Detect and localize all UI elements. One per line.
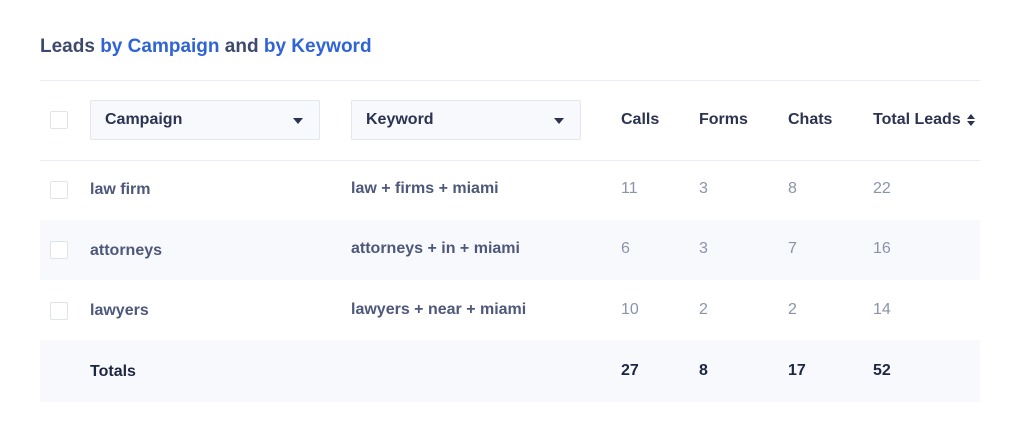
calls-cell: 11 — [621, 180, 638, 197]
total-cell: 16 — [873, 240, 891, 257]
campaign-cell: law firm — [90, 181, 151, 198]
by-campaign-link[interactable]: by Campaign — [100, 36, 219, 57]
row-checkbox[interactable] — [50, 241, 68, 259]
campaign-cell: lawyers — [90, 302, 149, 319]
title-and: and — [224, 36, 259, 57]
table-row: attorneys attorneys + in + miami 6 3 7 1… — [40, 220, 980, 280]
chevron-down-icon — [554, 118, 564, 124]
chats-cell: 7 — [788, 240, 797, 257]
row-checkbox[interactable] — [50, 302, 68, 320]
chats-cell: 8 — [788, 180, 797, 197]
column-header-calls[interactable]: Calls — [621, 111, 659, 129]
totals-forms: 8 — [699, 362, 708, 379]
calls-cell: 6 — [621, 240, 630, 257]
totals-label: Totals — [90, 363, 136, 380]
column-header-forms[interactable]: Forms — [699, 111, 748, 129]
forms-cell: 3 — [699, 240, 708, 257]
forms-cell: 2 — [699, 301, 708, 318]
page-title: Leads by Campaign and by Keyword — [40, 36, 372, 58]
chevron-down-icon — [293, 118, 303, 124]
calls-cell: 10 — [621, 301, 639, 318]
totals-total-leads: 52 — [873, 362, 891, 379]
forms-cell: 3 — [699, 180, 708, 197]
chats-cell: 2 — [788, 301, 797, 318]
total-leads-label: Total Leads — [873, 111, 961, 128]
campaign-dropdown[interactable]: Campaign — [90, 100, 320, 140]
campaign-dropdown-label: Campaign — [105, 111, 183, 128]
table-header: Campaign Keyword Calls Forms Chats Total… — [40, 80, 980, 160]
campaign-cell: attorneys — [90, 242, 163, 259]
by-keyword-link[interactable]: by Keyword — [264, 36, 372, 57]
table-row: law firm law + firms + miami 11 3 8 22 — [40, 161, 980, 220]
column-header-chats[interactable]: Chats — [788, 111, 832, 129]
keyword-cell: law + firms + miami — [351, 180, 499, 197]
column-header-total-leads[interactable]: Total Leads — [873, 111, 975, 129]
title-leads: Leads — [40, 36, 95, 57]
keyword-cell: lawyers + near + miami — [351, 301, 527, 318]
row-checkbox[interactable] — [50, 181, 68, 199]
sort-icon[interactable] — [966, 113, 975, 126]
select-all-checkbox[interactable] — [50, 111, 68, 129]
total-cell: 22 — [873, 180, 891, 197]
table-row: lawyers lawyers + near + miami 10 2 2 14 — [40, 280, 980, 340]
keyword-dropdown-label: Keyword — [366, 111, 434, 128]
total-cell: 14 — [873, 301, 891, 318]
totals-calls: 27 — [621, 362, 639, 379]
totals-row: Totals 27 8 17 52 — [40, 340, 980, 402]
totals-chats: 17 — [788, 362, 806, 379]
keyword-cell: attorneys + in + miami — [351, 240, 520, 257]
keyword-dropdown[interactable]: Keyword — [351, 100, 581, 140]
